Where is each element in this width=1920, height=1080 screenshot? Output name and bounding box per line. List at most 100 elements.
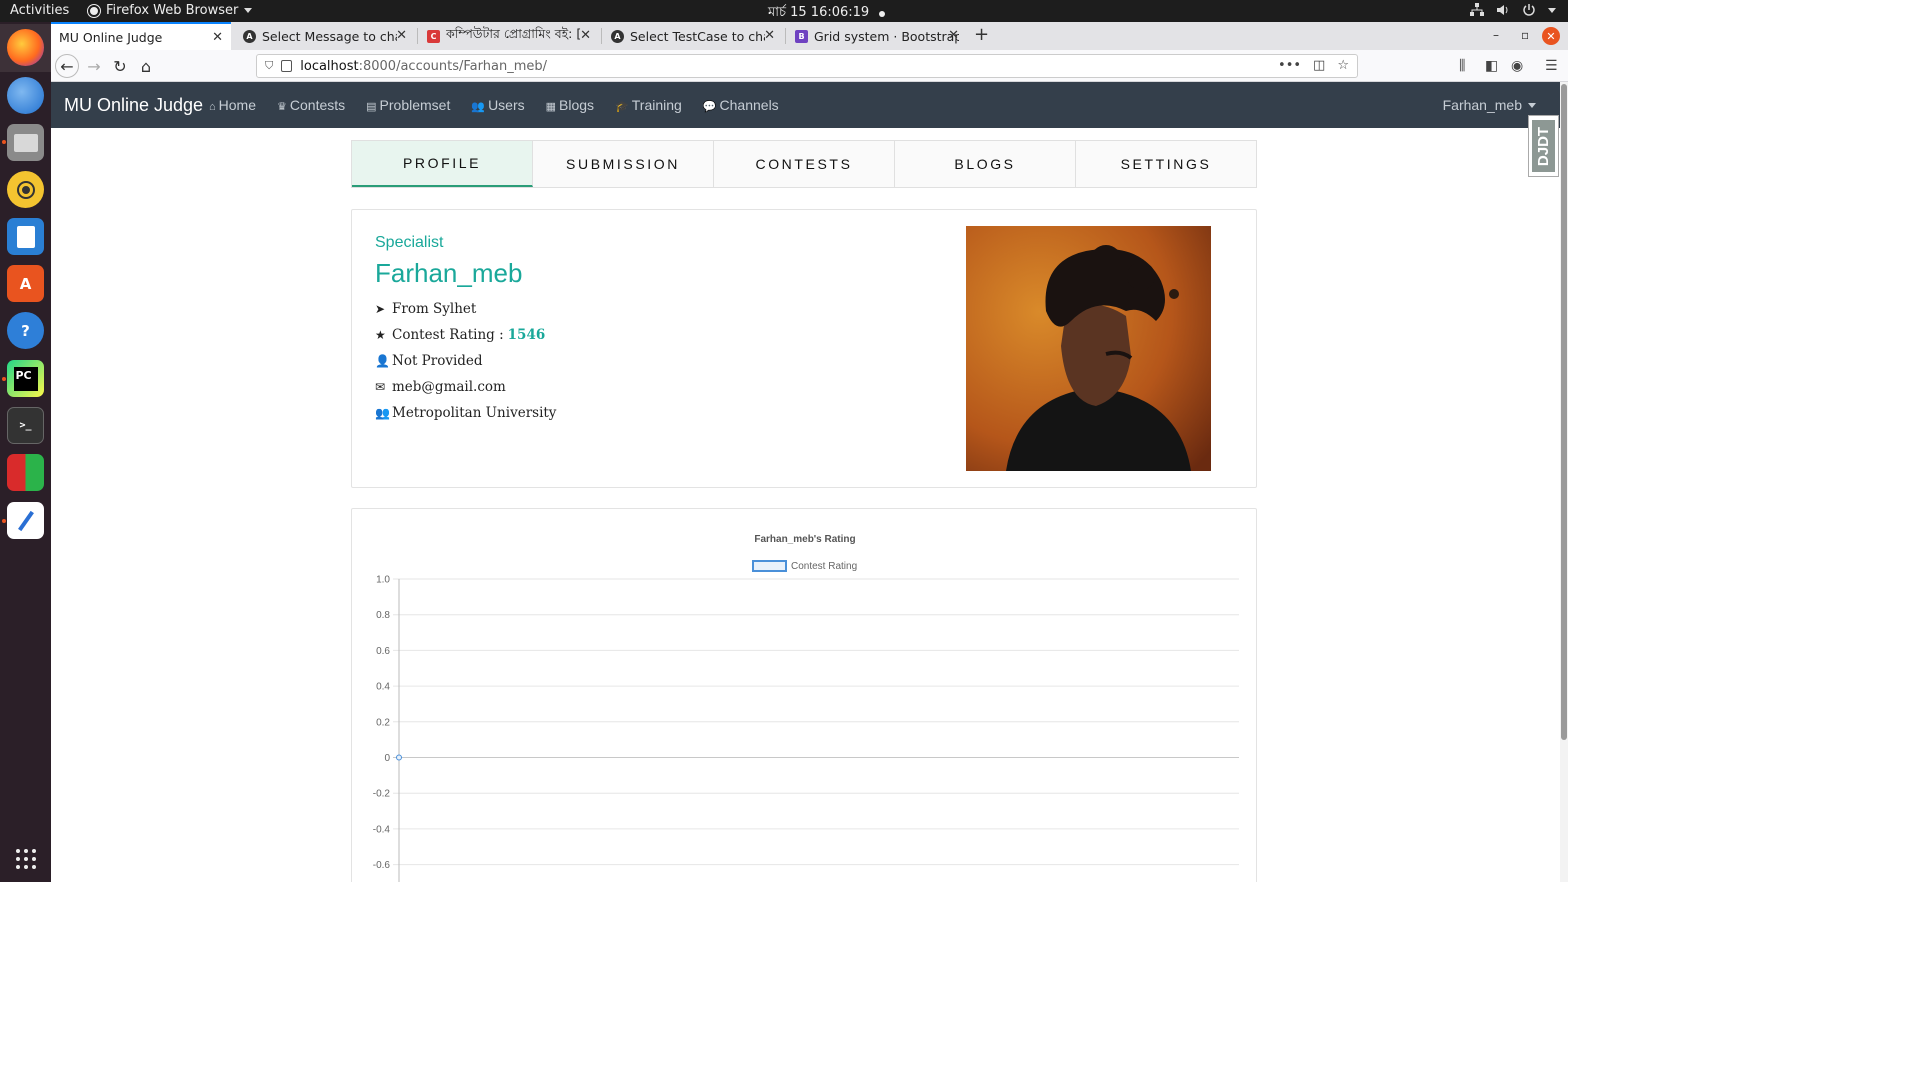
nav-training[interactable]: 🎓 Training	[615, 97, 682, 113]
tab-contests[interactable]: CONTESTS	[714, 141, 895, 187]
show-applications-icon[interactable]	[7, 840, 44, 877]
user-menu[interactable]: Farhan_meb	[1443, 97, 1536, 113]
files-icon[interactable]	[7, 124, 44, 161]
thunderbird-icon[interactable]	[7, 77, 44, 114]
location-arrow-icon: ➤	[375, 302, 386, 316]
user-rank: Specialist	[375, 234, 444, 251]
page-actions-icon[interactable]: •••	[1278, 58, 1301, 73]
activities-button[interactable]: Activities	[10, 3, 69, 18]
window-close-button[interactable]: ✕	[1542, 27, 1560, 45]
nav-label: Channels	[719, 97, 779, 113]
nav-channels[interactable]: 💬 Channels	[703, 97, 779, 113]
y-tick-label: 0	[384, 753, 390, 764]
chevron-down-icon	[244, 8, 253, 13]
app-grid-colored-icon[interactable]	[7, 454, 44, 491]
location-row: ➤ From Sylhet	[375, 301, 476, 317]
tab-submission[interactable]: SUBMISSION	[533, 141, 714, 187]
library-icon[interactable]: ⫼	[1459, 58, 1465, 74]
close-icon[interactable]: ✕	[764, 28, 775, 43]
institution-row: 👥 Metropolitan University	[375, 405, 556, 421]
browser-tab[interactable]: MU Online Judge ✕	[51, 22, 231, 50]
text-editor-icon[interactable]	[7, 502, 44, 539]
site-navbar: MU Online Judge ⌂ Home ♛ Contests ▤ Problem…	[51, 82, 1560, 128]
volume-icon	[1497, 5, 1508, 15]
reload-button[interactable]: ↻	[108, 54, 132, 78]
firefox-icon[interactable]	[7, 29, 44, 66]
terminal-icon[interactable]: >_	[7, 407, 44, 444]
tab-title: Select Message to chang	[262, 28, 397, 44]
comments-icon: 💬	[702, 101, 717, 113]
power-icon	[1523, 4, 1535, 16]
chart-points	[396, 754, 402, 761]
tab-profile[interactable]: PROFILE	[352, 141, 533, 187]
rhythmbox-icon[interactable]	[7, 171, 44, 208]
tracking-shield-icon[interactable]: ⛉	[265, 59, 273, 73]
users-icon: 👥	[471, 101, 486, 113]
data-point[interactable]	[396, 754, 402, 761]
hamburger-menu-icon[interactable]: ☰	[1545, 58, 1558, 74]
gender-text: Not Provided	[392, 353, 483, 369]
browser-tab[interactable]: B Grid system · Bootstrap ✕	[787, 22, 967, 50]
y-tick-label: 0.6	[376, 646, 390, 657]
system-tray[interactable]	[1470, 3, 1556, 17]
close-icon[interactable]: ✕	[580, 28, 591, 43]
bookmark-star-icon[interactable]: ☆	[1337, 58, 1349, 73]
app-menu[interactable]: Firefox Web Browser	[88, 3, 253, 18]
rating-chart: Farhan_meb's Rating Contest Rating 1.0 0.…	[373, 534, 1239, 882]
rating-row: ★ Contest Rating : 1546	[375, 327, 545, 343]
graduation-cap-icon: 🎓	[615, 101, 629, 113]
url-bar[interactable]: ⛉ localhost:8000/accounts/Farhan_meb/ ••…	[256, 54, 1358, 78]
writer-icon[interactable]	[7, 218, 44, 255]
notification-dot-icon	[879, 10, 886, 17]
tab-blogs[interactable]: BLOGS	[895, 141, 1076, 187]
clock[interactable]: মার্চ 15 16:06:19	[768, 3, 886, 24]
pycharm-icon[interactable]: PC	[7, 360, 44, 397]
nav-label: Users	[488, 97, 525, 113]
pocket-icon[interactable]: ◫	[1313, 58, 1325, 73]
close-icon[interactable]: ✕	[212, 30, 223, 45]
close-icon[interactable]: ✕	[396, 28, 407, 43]
page-info-icon[interactable]	[281, 60, 293, 72]
nav-label: Training	[631, 97, 682, 113]
nav-home[interactable]: ⌂ Home	[209, 97, 256, 113]
nav-problemset[interactable]: ▤ Problemset	[366, 97, 450, 113]
gender-row: 👤 Not Provided	[375, 353, 483, 369]
running-indicator	[2, 519, 6, 523]
nav-contests[interactable]: ♛ Contests	[277, 97, 345, 113]
site-brand[interactable]: MU Online Judge	[64, 95, 203, 116]
minimize-button[interactable]: –	[1493, 28, 1499, 42]
chart-title: Farhan_meb's Rating	[754, 534, 855, 545]
trophy-icon: ♛	[277, 101, 287, 113]
y-tick-label: -0.4	[373, 824, 391, 835]
forward-button[interactable]: →	[82, 54, 106, 78]
browser-tab[interactable]: A Select TestCase to chang ✕	[603, 22, 783, 50]
rating-label: Contest Rating :	[392, 327, 504, 343]
envelope-icon: ✉	[375, 380, 386, 394]
url-host: localhost	[300, 58, 359, 74]
django-favicon-icon: A	[611, 29, 624, 43]
nav-users[interactable]: 👥 Users	[471, 97, 524, 113]
url-path: :8000/accounts/Farhan_meb/	[358, 58, 548, 74]
sidebar-icon[interactable]: ◧	[1485, 58, 1498, 74]
new-tab-button[interactable]: +	[974, 24, 989, 45]
email-row: ✉ meb@gmail.com	[375, 379, 506, 395]
chevron-down-icon	[1548, 7, 1556, 13]
account-icon[interactable]: ◉	[1511, 58, 1523, 74]
help-icon[interactable]: ?	[7, 312, 44, 349]
software-center-icon[interactable]: A	[7, 265, 44, 302]
back-button[interactable]: ←	[55, 54, 79, 78]
maximize-button[interactable]: ▫	[1521, 28, 1529, 42]
close-icon[interactable]: ✕	[948, 28, 959, 43]
home-button[interactable]: ⌂	[134, 54, 158, 78]
nav-blogs[interactable]: ▦ Blogs	[546, 97, 594, 113]
y-tick-label: 1.0	[376, 575, 390, 586]
rating-value: 1546	[507, 327, 546, 343]
tab-settings[interactable]: SETTINGS	[1076, 141, 1256, 187]
browser-tab[interactable]: A Select Message to chang ✕	[235, 22, 415, 50]
browser-tab[interactable]: C কম্পিউটার প্রোগ্রামিং বই: [প্রো ✕	[419, 22, 599, 50]
django-debug-toolbar-handle[interactable]: DJDT	[1528, 115, 1559, 177]
network-icon	[1470, 3, 1484, 16]
tab-title: কম্পিউটার প্রোগ্রামিং বই: [প্রো	[446, 26, 581, 41]
scrollbar-thumb[interactable]	[1561, 84, 1567, 740]
nav-label: Problemset	[379, 97, 451, 113]
